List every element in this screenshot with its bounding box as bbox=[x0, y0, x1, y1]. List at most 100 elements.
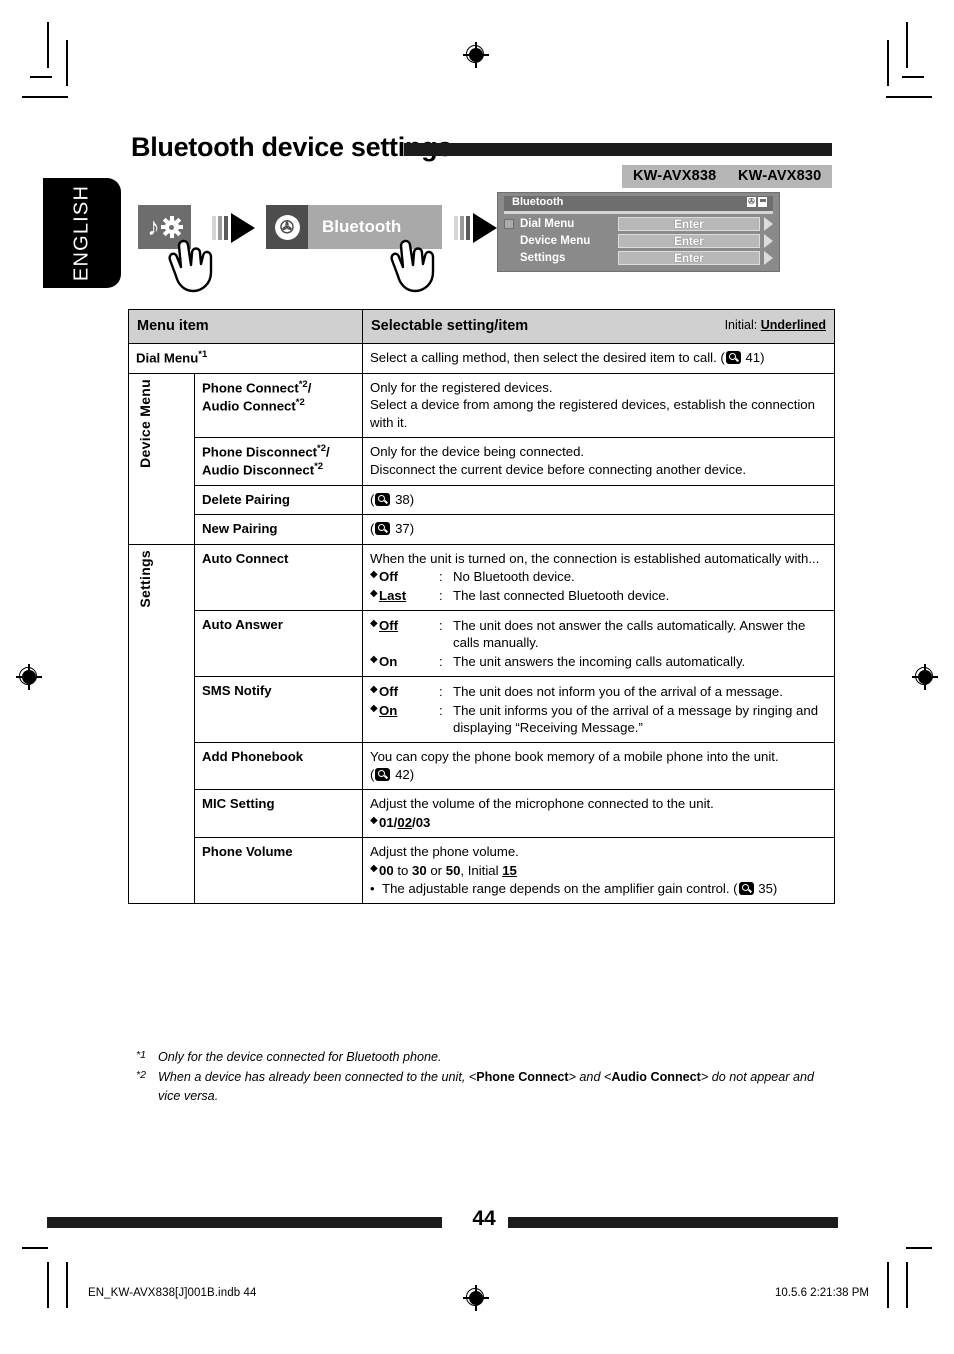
magnifier-icon bbox=[375, 492, 391, 506]
settings-table: Menu item Selectable setting/item Initia… bbox=[127, 308, 835, 905]
device-row-label: Device Menu bbox=[520, 234, 591, 247]
menu-item-description: Only for the device being connected. Dis… bbox=[362, 437, 835, 486]
registration-mark-left bbox=[16, 664, 42, 690]
device-row-enter-button[interactable]: Enter bbox=[618, 216, 760, 231]
table-row-add-phonebook: Add Phonebook You can copy the phone boo… bbox=[129, 742, 835, 791]
crop-mark-tl-v2 bbox=[66, 40, 68, 86]
option-row: ◆ On : The unit informs you of the arriv… bbox=[370, 702, 827, 737]
option-row: ◆ Off : No Bluetooth device. bbox=[370, 568, 827, 585]
option-colon: : bbox=[439, 587, 443, 603]
model-badge-kw-avx838: KW-AVX838 bbox=[622, 165, 728, 188]
language-tab: ENGLISH bbox=[43, 178, 121, 288]
footnote-2: *2 When a device has already been connec… bbox=[136, 1068, 836, 1105]
menu-item-description: ◆ Off : The unit does not inform you of … bbox=[362, 676, 835, 744]
device-row-label: Dial Menu bbox=[520, 217, 575, 230]
crop-mark-tr-h2 bbox=[902, 76, 924, 78]
note-row: • The adjustable range depends on the am… bbox=[370, 880, 827, 897]
model-badge-kw-avx830: KW-AVX830 bbox=[727, 165, 833, 188]
menu-item-name: Delete Pairing bbox=[193, 484, 364, 516]
column-header-menu-item: Menu item bbox=[127, 308, 364, 345]
option-values: 01/02/03 bbox=[379, 814, 431, 830]
option-colon: : bbox=[439, 653, 443, 669]
option-row: ◆ Last : The last connected Bluetooth de… bbox=[370, 587, 827, 604]
menu-item-name: Phone Disconnect*2/ Audio Disconnect*2 bbox=[193, 437, 364, 486]
option-row: ◆ Off : The unit does not answer the cal… bbox=[370, 617, 827, 652]
music-note-icon: ♪ bbox=[147, 212, 160, 241]
diamond-bullet-icon: ◆ bbox=[370, 684, 378, 696]
device-screen-title-underline bbox=[504, 211, 773, 214]
footnotes: *1 Only for the device connected for Blu… bbox=[136, 1048, 836, 1107]
diamond-bullet-icon: ◆ bbox=[370, 653, 378, 665]
group-label-device-menu: Device Menu bbox=[128, 372, 195, 545]
menu-item-name: Add Phonebook bbox=[193, 742, 364, 791]
column-header-selectable-setting: Selectable setting/item Initial: Underli… bbox=[362, 308, 835, 345]
chevron-right-icon bbox=[764, 250, 773, 265]
table-row-delete-pairing: Delete Pairing ( 38) bbox=[129, 484, 835, 516]
selection-marker-icon bbox=[504, 218, 514, 229]
chevron-right-icon bbox=[764, 216, 773, 231]
device-row-device-menu[interactable]: Device Menu Enter bbox=[504, 233, 773, 248]
footnote-text: When a device has already been connected… bbox=[158, 1070, 814, 1103]
device-row-dial-menu[interactable]: Dial Menu Enter bbox=[504, 216, 773, 231]
footnote-marker: *1 bbox=[136, 1049, 146, 1061]
bluetooth-icon: ✇ bbox=[266, 205, 308, 249]
magnifier-icon bbox=[725, 351, 741, 365]
table-row-sms-notify: SMS Notify ◆ Off : The unit does not inf… bbox=[129, 676, 835, 744]
registration-mark-top bbox=[463, 42, 489, 68]
diamond-bullet-icon: ◆ bbox=[370, 814, 378, 826]
device-screen-status-icons: ✇ bbox=[747, 197, 767, 207]
crop-mark-tr-v2 bbox=[887, 40, 889, 86]
option-row: ◆ 01/02/03 bbox=[370, 814, 827, 831]
option-description: The unit answers the incoming calls auto… bbox=[453, 653, 746, 669]
diamond-bullet-icon: ◆ bbox=[370, 862, 378, 874]
option-row: ◆ Off : The unit does not inform you of … bbox=[370, 683, 827, 700]
menu-item-name: SMS Notify bbox=[193, 676, 364, 744]
table-row-auto-connect: Settings Auto Connect When the unit is t… bbox=[128, 543, 835, 905]
table-row-mic-setting: MIC Setting Adjust the volume of the mic… bbox=[129, 789, 835, 839]
option-colon: : bbox=[439, 684, 443, 700]
diamond-bullet-icon: ◆ bbox=[370, 617, 378, 629]
menu-item-name: New Pairing bbox=[193, 514, 364, 545]
option-key: On bbox=[379, 653, 398, 669]
phone-status-icon bbox=[758, 197, 767, 207]
imprint-filename: EN_KW-AVX838[J]001B.indb 44 bbox=[88, 1287, 257, 1299]
menu-item-name: Auto Connect bbox=[193, 543, 364, 611]
page-number: 44 bbox=[472, 1207, 496, 1230]
table-row-phone-connect: Device Menu Phone Connect*2/ Audio Conne… bbox=[128, 372, 835, 545]
column-header-text: Selectable setting/item bbox=[371, 318, 529, 334]
selection-marker-placeholder bbox=[504, 236, 514, 246]
crop-mark-bl-v bbox=[47, 1262, 49, 1308]
table-row-new-pairing: New Pairing ( 37) bbox=[129, 514, 835, 545]
table-row-auto-answer: Auto Answer ◆ Off : The unit does not an… bbox=[129, 609, 835, 678]
device-row-label: Settings bbox=[520, 251, 566, 264]
footnote-1: *1 Only for the device connected for Blu… bbox=[136, 1048, 836, 1066]
menu-item-description: When the unit is turned on, the connecti… bbox=[362, 543, 835, 611]
crop-mark-br-v bbox=[887, 1262, 889, 1308]
table-header-row: Menu item Selectable setting/item Initia… bbox=[127, 308, 835, 345]
diamond-bullet-icon: ◆ bbox=[370, 587, 378, 599]
table-row-phone-disconnect: Phone Disconnect*2/ Audio Disconnect*2 O… bbox=[129, 437, 835, 486]
hand-pointer-icon-2 bbox=[388, 232, 448, 294]
flow-arrow-1 bbox=[212, 213, 256, 243]
selection-marker-placeholder bbox=[504, 253, 514, 263]
language-tab-label: ENGLISH bbox=[70, 184, 93, 282]
note-text: The adjustable range depends on the ampl… bbox=[382, 881, 778, 896]
option-colon: : bbox=[439, 617, 443, 633]
option-description: No Bluetooth device. bbox=[453, 569, 575, 585]
magnifier-icon bbox=[375, 522, 391, 536]
menu-item-description: ◆ Off : The unit does not answer the cal… bbox=[362, 609, 835, 678]
registration-mark-bottom bbox=[463, 1285, 489, 1311]
diamond-bullet-icon: ◆ bbox=[370, 702, 378, 714]
option-key: Off bbox=[379, 617, 399, 633]
option-key: Off bbox=[379, 684, 399, 700]
page-reference: ( 42) bbox=[370, 766, 415, 782]
title-rule bbox=[404, 143, 832, 156]
group-label-settings: Settings bbox=[128, 543, 195, 905]
crop-mark-tr-h bbox=[886, 96, 932, 98]
crop-mark-br-h bbox=[906, 1247, 932, 1249]
crop-mark-bl-h bbox=[22, 1247, 48, 1249]
device-row-settings[interactable]: Settings Enter bbox=[504, 250, 773, 265]
magnifier-icon bbox=[738, 882, 754, 895]
device-row-enter-button[interactable]: Enter bbox=[618, 250, 760, 265]
device-row-enter-button[interactable]: Enter bbox=[618, 233, 760, 248]
